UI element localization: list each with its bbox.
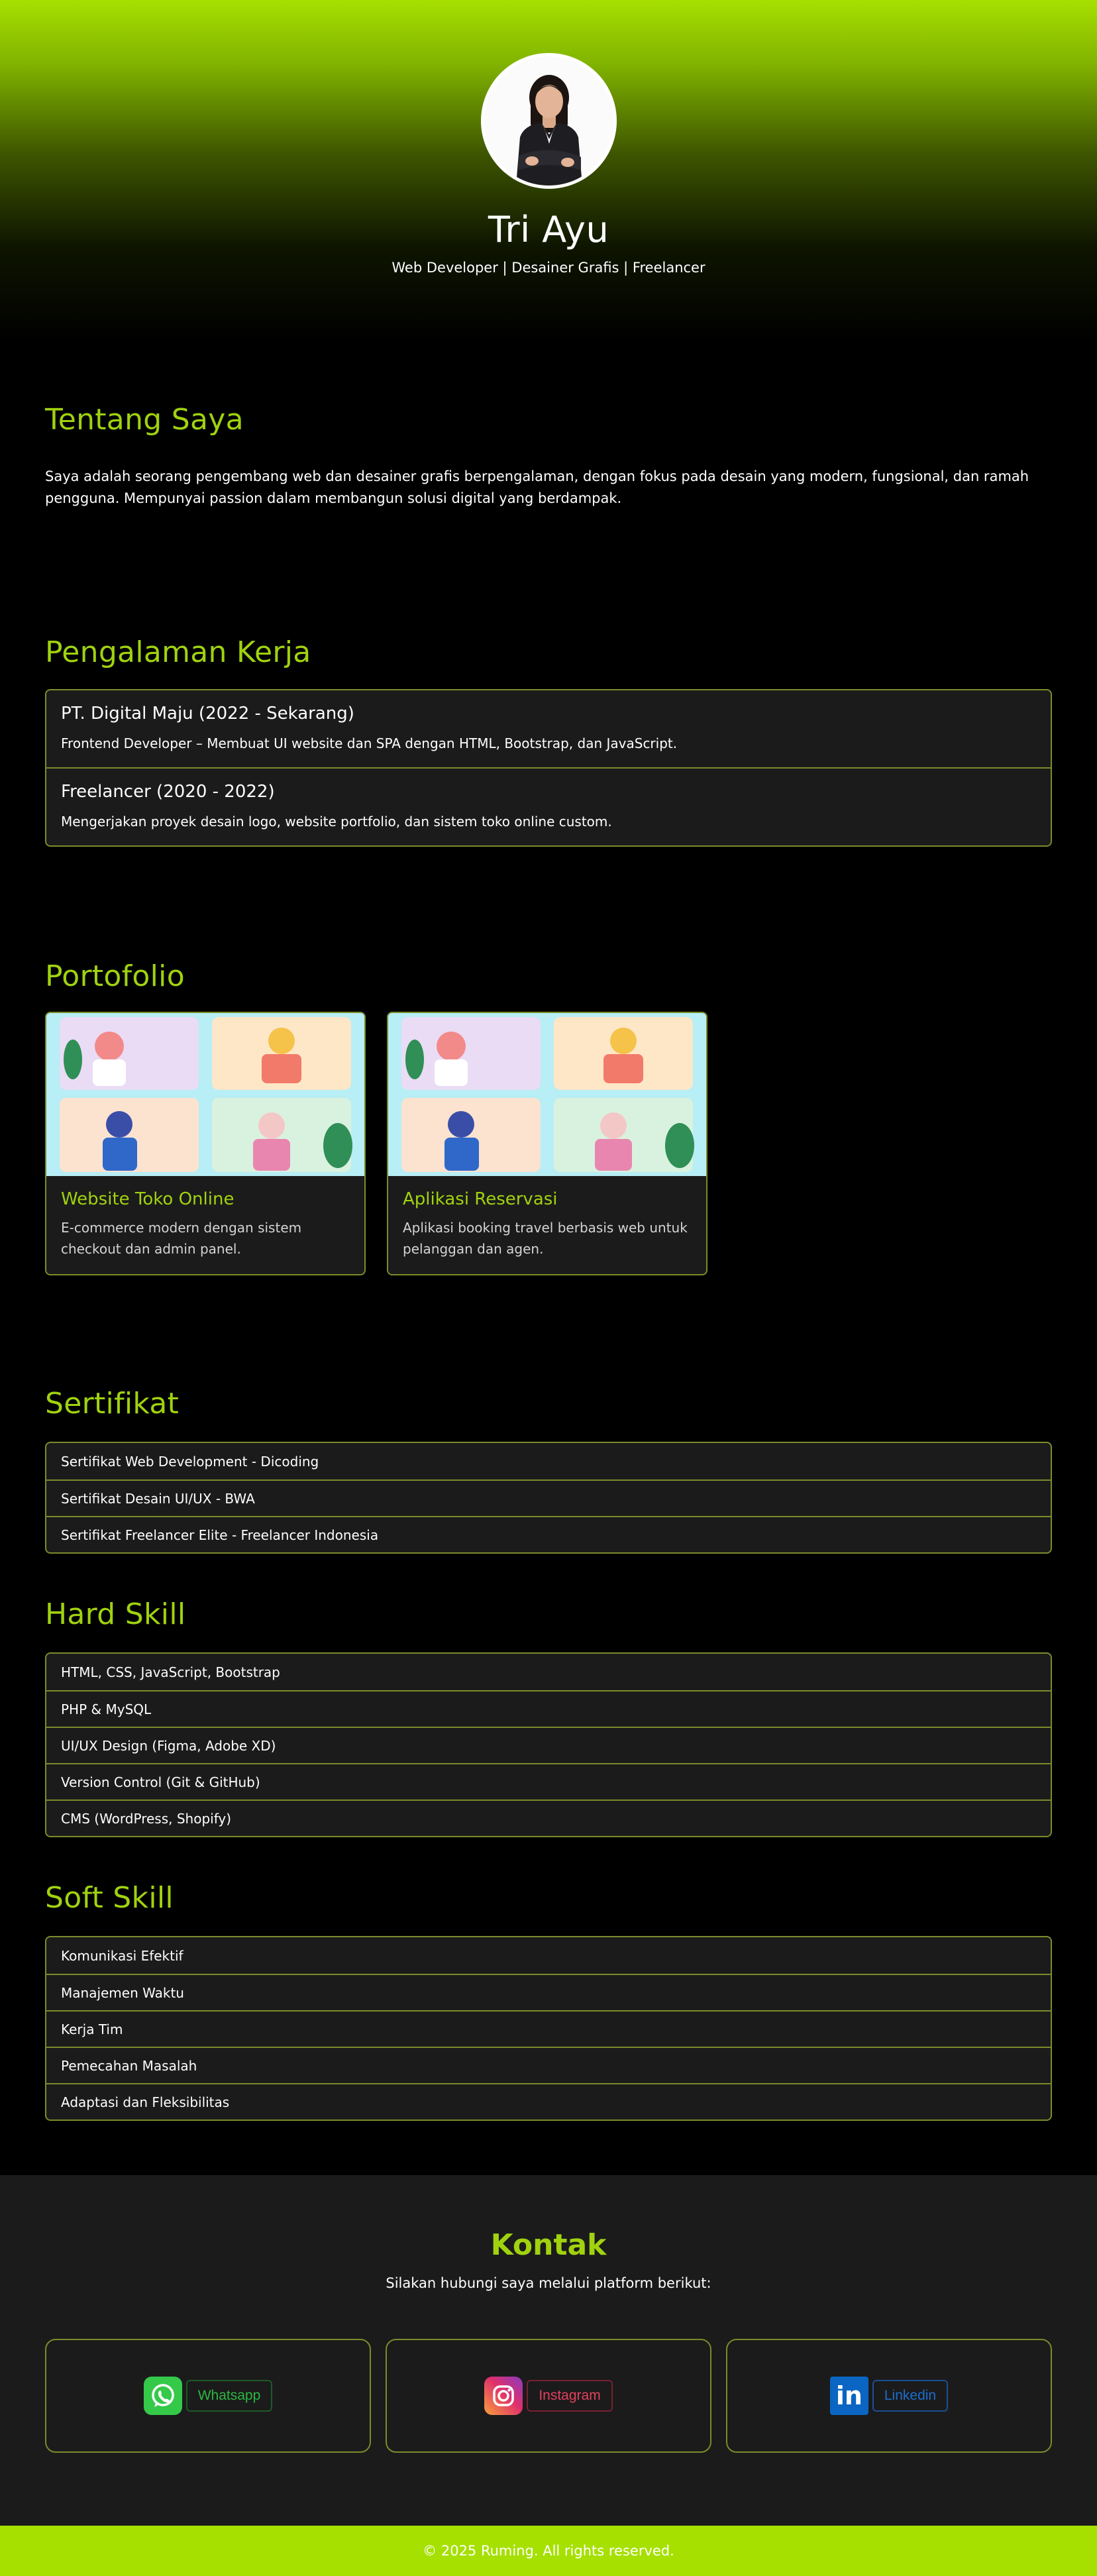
experience-title: Pengalaman Kerja <box>45 635 311 669</box>
hard-skill-list: HTML, CSS, JavaScript, Bootstrap PHP & M… <box>45 1652 1052 1837</box>
soft-skill-list: Komunikasi Efektif Manajemen Waktu Kerja… <box>45 1936 1052 2121</box>
experience-list: PT. Digital Maju (2022 - Sekarang) Front… <box>45 689 1052 847</box>
experience-heading: Freelancer (2020 - 2022) <box>61 782 275 802</box>
hard-skill-item: PHP & MySQL <box>46 1690 1051 1727</box>
portfolio-card-desc: Aplikasi booking travel berbasis web unt… <box>403 1220 688 1257</box>
portfolio-image <box>388 1013 706 1176</box>
contact-title: Kontak <box>490 2228 607 2262</box>
about-title: Tentang Saya <box>45 403 244 437</box>
hero-header: Tri Ayu Web Developer | Desainer Grafis … <box>0 0 1097 345</box>
portfolio-card[interactable]: Aplikasi Reservasi Aplikasi booking trav… <box>387 1012 707 1275</box>
portfolio-card-title: Aplikasi Reservasi <box>403 1189 558 1209</box>
footer: © 2025 Ruming. All rights reserved. <box>0 2526 1097 2576</box>
whatsapp-icon[interactable] <box>143 2377 182 2415</box>
instagram-button[interactable]: Instagram <box>527 2380 613 2412</box>
linkedin-button[interactable]: Linkedin <box>872 2380 949 2412</box>
portfolio-title: Portofolio <box>45 959 185 993</box>
contact-card-linkedin: in Linkedin <box>726 2339 1052 2453</box>
soft-skill-item: Kerja Tim <box>46 2010 1051 2047</box>
portfolio-card-desc: E-commerce modern dengan sistem checkout… <box>61 1220 302 1257</box>
about-text: Saya adalah seorang pengembang web dan d… <box>45 468 1029 506</box>
contact-links: Whatsapp Instagram in Linkedin <box>45 2339 1052 2453</box>
whatsapp-button[interactable]: Whatsapp <box>185 2380 273 2412</box>
portfolio-section: Portofolio Website Toko Online E-commerc… <box>0 847 1097 1275</box>
profile-avatar <box>480 53 617 189</box>
hard-skill-item: HTML, CSS, JavaScript, Bootstrap <box>61 1664 280 1680</box>
portfolio-cards: Website Toko Online E-commerce modern de… <box>45 1012 1052 1275</box>
contact-subtitle: Silakan hubungi saya melalui platform be… <box>386 2275 711 2291</box>
hard-skill-section: Hard Skill HTML, CSS, JavaScript, Bootst… <box>0 1554 1097 1837</box>
soft-skill-title: Soft Skill <box>45 1881 174 1915</box>
soft-skill-item: Adaptasi dan Fleksibilitas <box>46 2083 1051 2120</box>
hard-skill-title: Hard Skill <box>45 1597 186 1631</box>
contact-card-whatsapp: Whatsapp <box>45 2339 371 2453</box>
portfolio-card[interactable]: Website Toko Online E-commerce modern de… <box>45 1012 366 1275</box>
hard-skill-item: Version Control (Git & GitHub) <box>46 1763 1051 1799</box>
footer-text: © 2025 Ruming. All rights reserved. <box>423 2543 674 2559</box>
hard-skill-item: UI/UX Design (Figma, Adobe XD) <box>46 1727 1051 1763</box>
about-section: Tentang Saya Saya adalah seorang pengemb… <box>0 345 1097 510</box>
experience-item: Freelancer (2020 - 2022) Mengerjakan pro… <box>46 767 1051 845</box>
hard-skill-item: CMS (WordPress, Shopify) <box>46 1799 1051 1836</box>
instagram-icon[interactable] <box>484 2377 523 2415</box>
hero-name: Tri Ayu <box>488 209 609 250</box>
experience-section: Pengalaman Kerja PT. Digital Maju (2022 … <box>0 510 1097 847</box>
contact-section: Kontak Silakan hubungi saya melalui plat… <box>0 2175 1097 2526</box>
linkedin-icon[interactable]: in <box>829 2377 868 2415</box>
experience-desc: Mengerjakan proyek desain logo, website … <box>61 814 612 830</box>
certificate-item: Sertifikat Freelancer Elite - Freelancer… <box>46 1516 1051 1552</box>
certificates-section: Sertifikat Sertifikat Web Development - … <box>0 1275 1097 1554</box>
soft-skill-section: Soft Skill Komunikasi Efektif Manajemen … <box>0 1837 1097 2121</box>
soft-skill-item: Komunikasi Efektif <box>61 1947 183 1964</box>
certificates-list: Sertifikat Web Development - Dicoding Se… <box>45 1442 1052 1554</box>
soft-skill-item: Pemecahan Masalah <box>46 2047 1051 2083</box>
contact-card-instagram: Instagram <box>386 2339 711 2453</box>
experience-desc: Frontend Developer – Membuat UI website … <box>61 735 678 751</box>
certificate-item: Sertifikat Web Development - Dicoding <box>61 1453 319 1470</box>
experience-heading: PT. Digital Maju (2022 - Sekarang) <box>61 704 354 724</box>
portfolio-image <box>46 1013 364 1176</box>
experience-item: PT. Digital Maju (2022 - Sekarang) Front… <box>46 690 1051 767</box>
hero-tagline: Web Developer | Desainer Grafis | Freela… <box>392 260 705 276</box>
certificates-title: Sertifikat <box>45 1387 180 1421</box>
soft-skill-item: Manajemen Waktu <box>46 1974 1051 2010</box>
certificate-item: Sertifikat Desain UI/UX - BWA <box>46 1479 1051 1516</box>
portfolio-card-title: Website Toko Online <box>61 1189 235 1209</box>
